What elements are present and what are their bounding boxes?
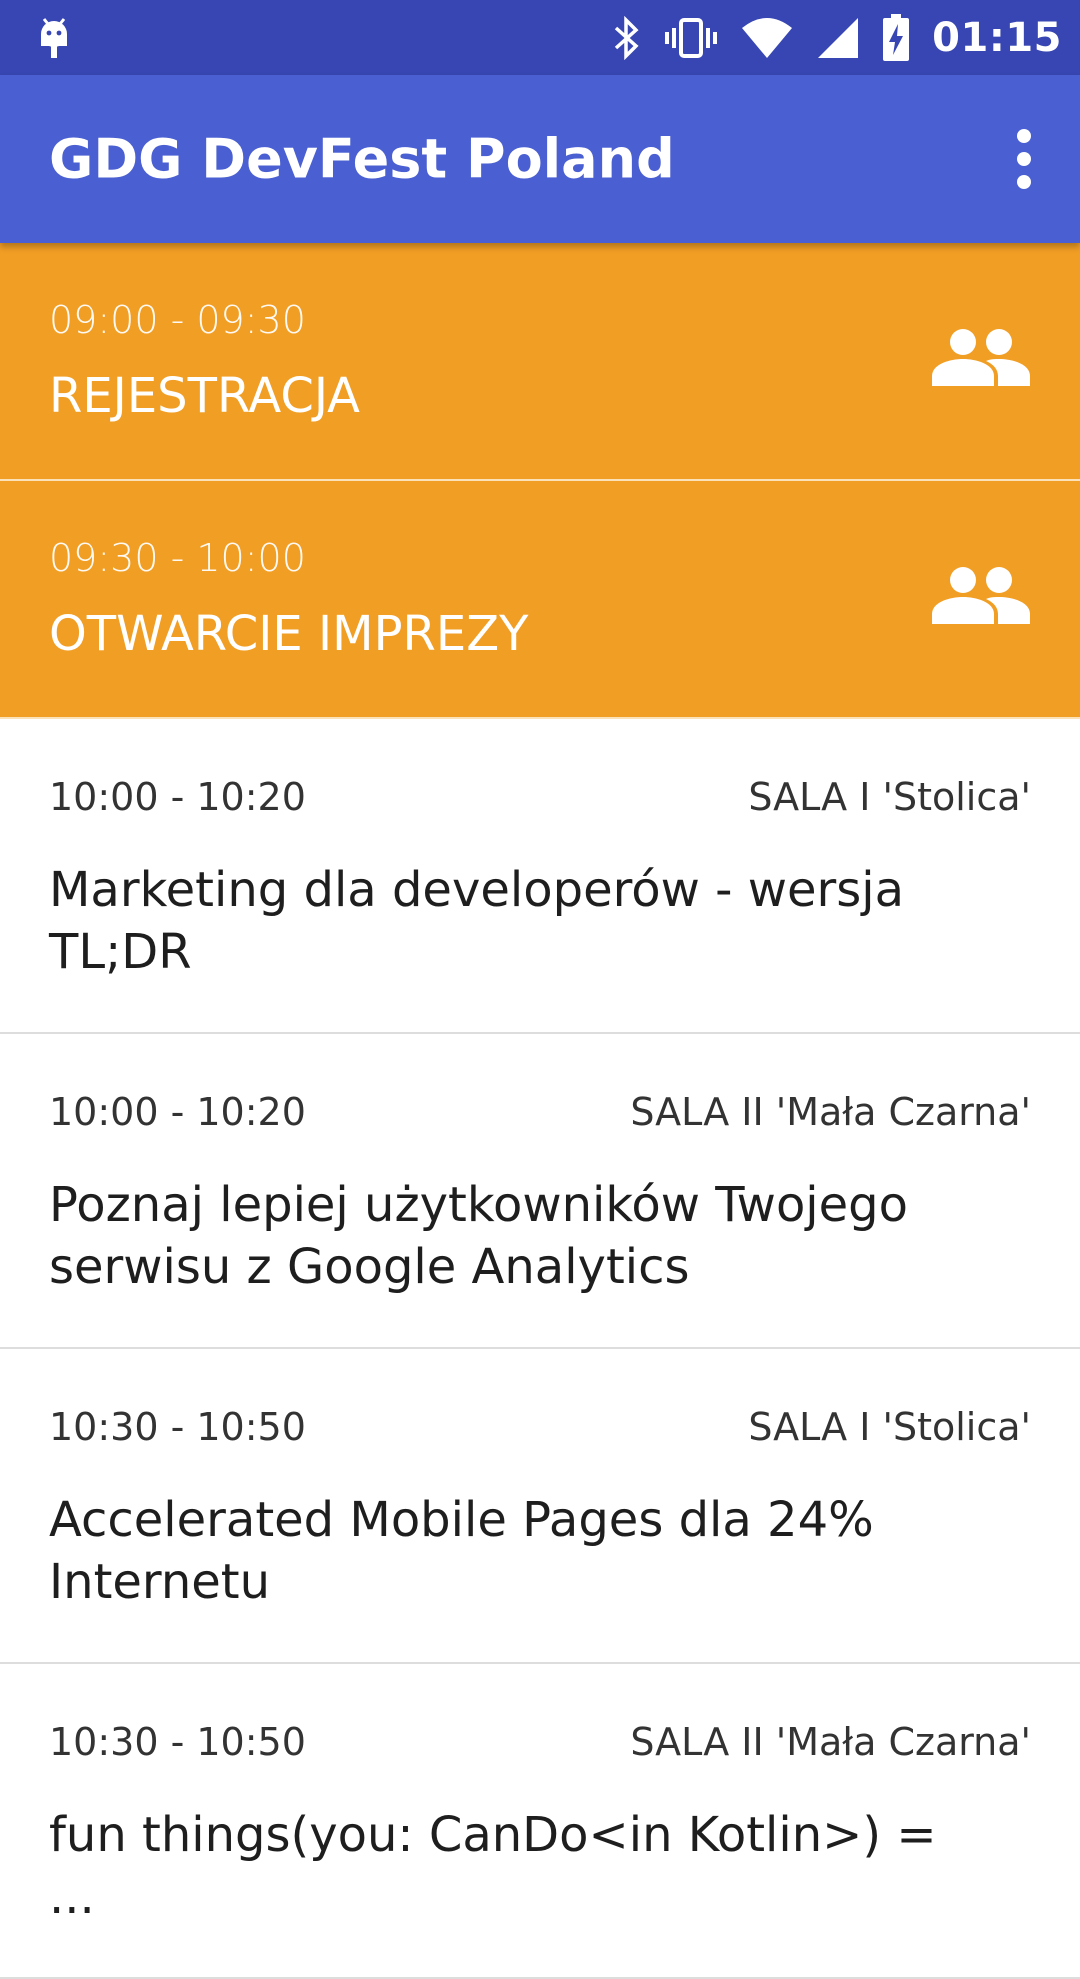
cell-signal-icon bbox=[818, 17, 859, 58]
session-time: 10:30 - 10:50 bbox=[49, 1720, 306, 1764]
session-item[interactable]: 10:30 - 10:50 SALA I 'Stolica' Accelerat… bbox=[0, 1349, 1080, 1664]
people-icon bbox=[932, 567, 1030, 624]
session-item[interactable]: 10:00 - 10:20 SALA I 'Stolica' Marketing… bbox=[0, 719, 1080, 1034]
battery-charging-icon bbox=[883, 13, 910, 61]
session-room: SALA I 'Stolica' bbox=[748, 1405, 1031, 1449]
session-time: 10:30 - 10:50 bbox=[49, 1405, 306, 1449]
session-title: Poznaj lepiej użytkowników Twojego serwi… bbox=[49, 1177, 909, 1295]
session-room: SALA II 'Mała Czarna' bbox=[630, 1090, 1031, 1134]
session-room: SALA II 'Mała Czarna' bbox=[630, 1720, 1031, 1764]
session-room: SALA I 'Stolica' bbox=[748, 775, 1031, 819]
session-title: Accelerated Mobile Pages dla 24% Interne… bbox=[49, 1492, 874, 1610]
people-icon bbox=[932, 329, 1030, 386]
session-title: fun things(you: CanDo<in Kotlin>) = ... bbox=[49, 1807, 937, 1925]
app-title: GDG DevFest Poland bbox=[49, 127, 675, 191]
more-vert-icon[interactable] bbox=[1004, 129, 1044, 189]
session-time: 10:00 - 10:20 bbox=[49, 775, 306, 819]
schedule-list: 09:00 - 09:30 REJESTRACJA 09:30 - 10:00 … bbox=[0, 243, 1080, 1979]
bluetooth-icon bbox=[615, 15, 639, 60]
wifi-icon bbox=[742, 17, 793, 58]
session-item[interactable]: 10:00 - 10:20 SALA II 'Mała Czarna' Pozn… bbox=[0, 1034, 1080, 1349]
vibrate-icon bbox=[665, 17, 718, 58]
item-time: 09:00 - 09:30 bbox=[49, 298, 306, 342]
schedule-item-highlighted[interactable]: 09:30 - 10:00 OTWARCIE IMPREZY bbox=[0, 481, 1080, 719]
item-title: OTWARCIE IMPREZY bbox=[49, 606, 529, 662]
session-title: Marketing dla developerów - wersja TL;DR bbox=[49, 862, 905, 980]
android-debug-icon bbox=[41, 18, 67, 58]
item-title: REJESTRACJA bbox=[49, 368, 361, 424]
app-bar: GDG DevFest Poland bbox=[0, 75, 1080, 243]
status-bar: 01:15 bbox=[0, 0, 1080, 75]
status-clock: 01:15 bbox=[932, 14, 1062, 61]
item-time: 09:30 - 10:00 bbox=[49, 536, 306, 580]
session-time: 10:00 - 10:20 bbox=[49, 1090, 306, 1134]
session-item[interactable]: 10:30 - 10:50 SALA II 'Mała Czarna' fun … bbox=[0, 1664, 1080, 1979]
schedule-item-highlighted[interactable]: 09:00 - 09:30 REJESTRACJA bbox=[0, 243, 1080, 481]
